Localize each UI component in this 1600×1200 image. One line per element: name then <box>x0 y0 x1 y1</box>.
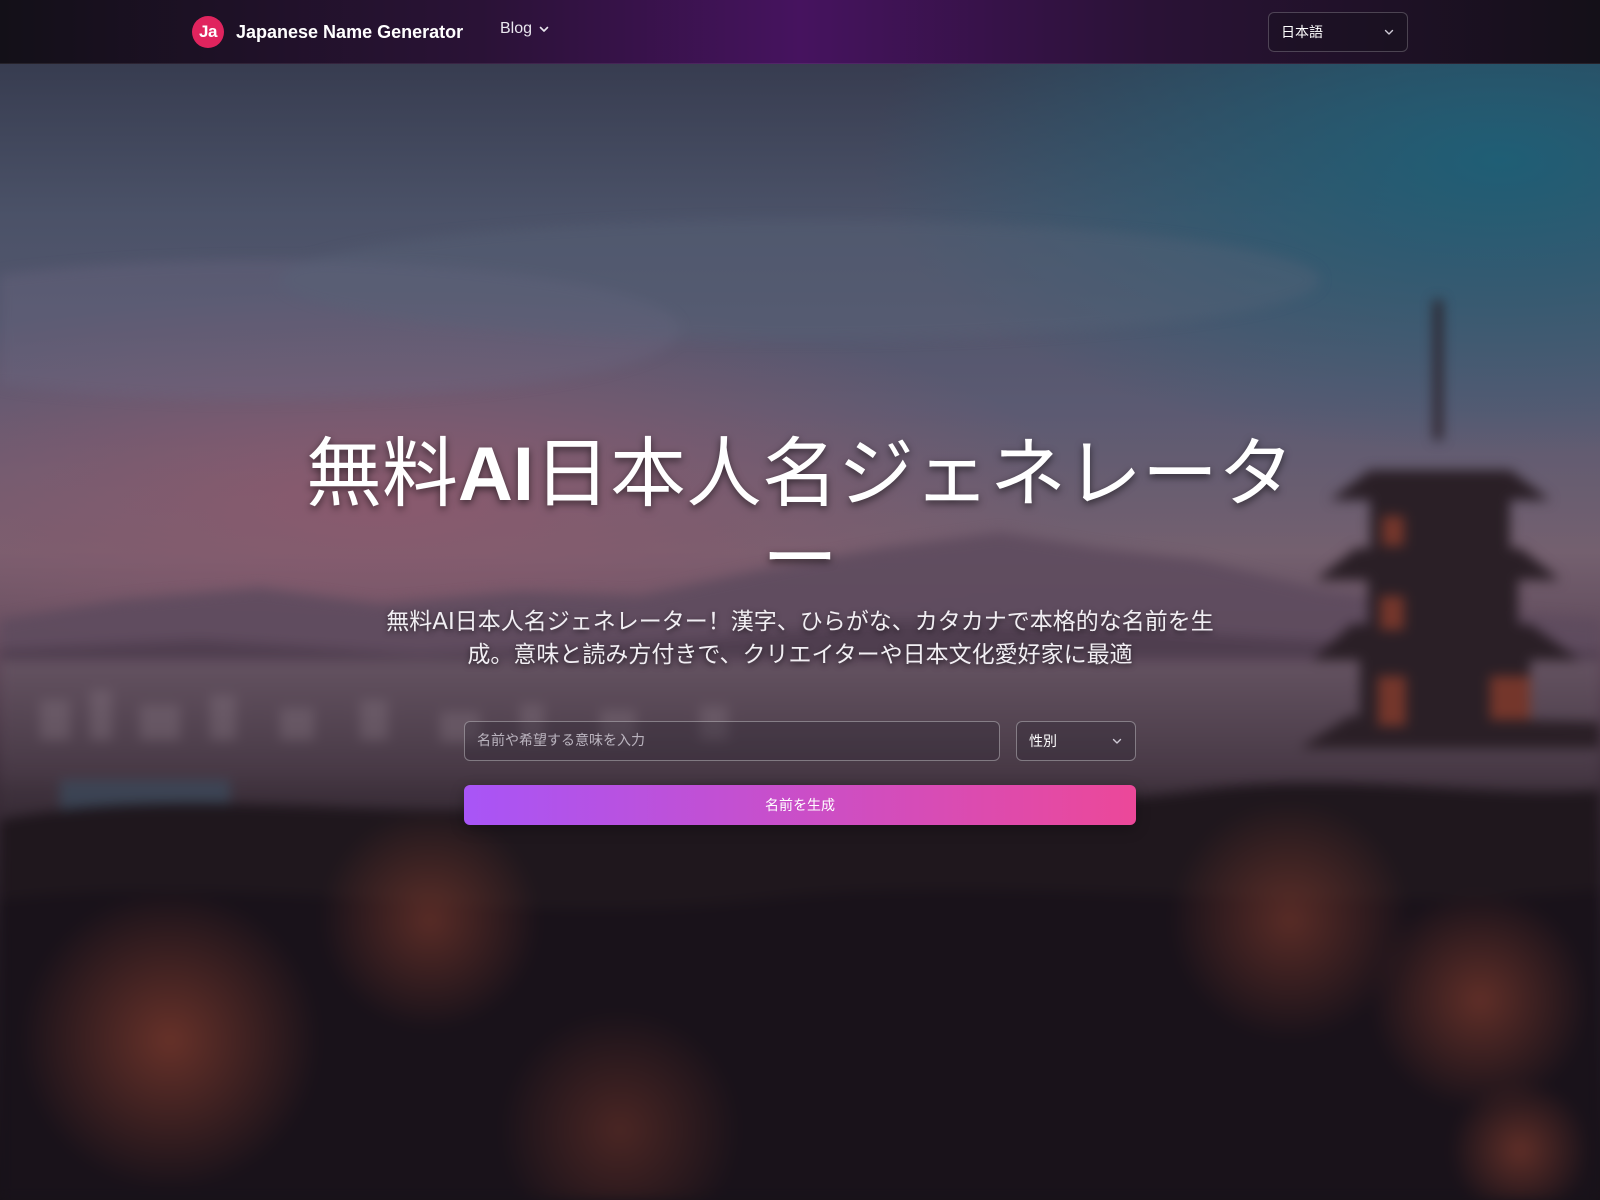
top-navigation-bar: Ja Japanese Name Generator Blog 日本語 <box>0 0 1600 64</box>
nav-blog-dropdown[interactable]: Blog <box>500 20 550 38</box>
brand-name: Japanese Name Generator <box>236 21 464 42</box>
gender-select-label: 性別 <box>1029 734 1057 750</box>
hero-title-suffix: 日本人名ジェネレーター <box>534 429 1294 603</box>
language-select[interactable]: 日本語 <box>1268 12 1408 52</box>
chevron-down-icon <box>539 26 549 32</box>
chevron-down-icon <box>1112 738 1122 744</box>
name-meaning-input[interactable] <box>464 721 1000 761</box>
language-select-value: 日本語 <box>1281 25 1323 41</box>
hero-title-prefix: 無料 <box>306 429 458 518</box>
hero-title: 無料AI日本人名ジェネレーター <box>300 432 1300 601</box>
hero-subtitle: 無料AI日本人名ジェネレーター！漢字、ひらがな、カタカナで本格的な名前を生成。意… <box>386 609 1214 668</box>
generate-name-button[interactable]: 名前を生成 <box>464 785 1136 825</box>
chevron-down-icon <box>1384 29 1394 35</box>
nav-blog-label: Blog <box>500 20 533 37</box>
ja-logo-icon: Ja <box>192 16 224 48</box>
gender-select[interactable]: 性別 <box>1016 721 1136 761</box>
brand-home-link[interactable]: Ja Japanese Name Generator <box>192 16 463 48</box>
hero-title-ai: AI <box>458 432 534 517</box>
